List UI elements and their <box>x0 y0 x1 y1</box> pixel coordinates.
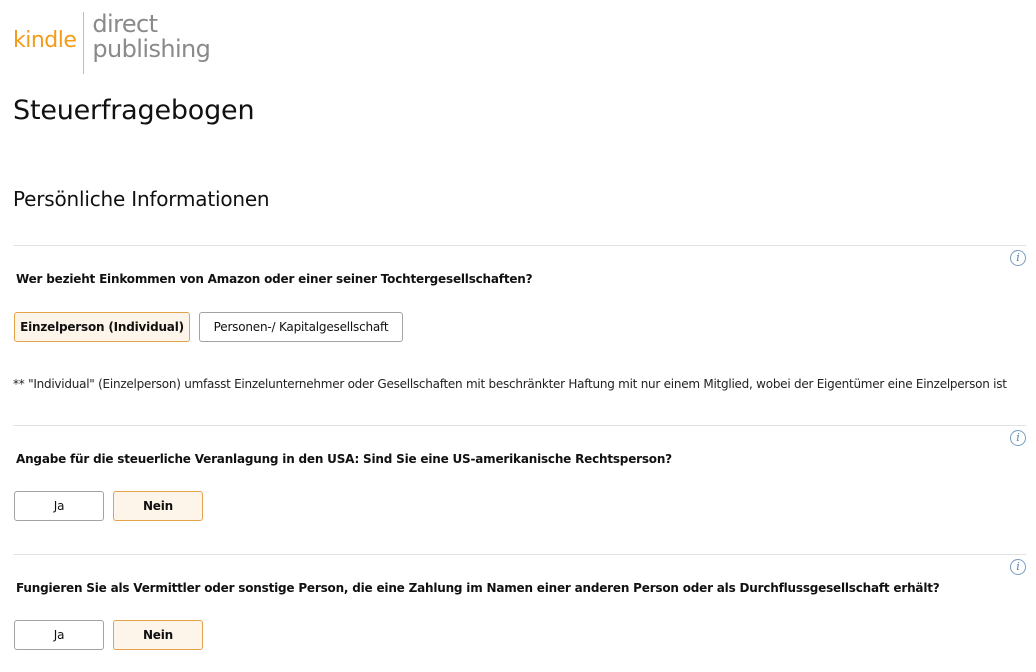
question-intermediary: Fungieren Sie als Vermittler oder sonsti… <box>16 581 940 595</box>
info-icon[interactable]: i <box>1010 250 1026 266</box>
option-company-button[interactable]: Personen-/ Kapitalgesellschaft <box>199 312 403 342</box>
section-divider <box>13 554 1026 555</box>
intermediary-yes-button[interactable]: Ja <box>14 620 104 650</box>
intermediary-no-button[interactable]: Nein <box>113 620 203 650</box>
page-title: Steuerfragebogen <box>13 95 255 126</box>
info-icon[interactable]: i <box>1010 430 1026 446</box>
us-person-yes-button[interactable]: Ja <box>14 491 104 521</box>
logo-divider <box>83 12 85 74</box>
option-individual-button[interactable]: Einzelperson (Individual) <box>14 312 190 342</box>
logo-direct-publishing-text: direct publishing <box>92 12 210 62</box>
section-title: Persönliche Informationen <box>13 187 270 211</box>
individual-note: ** "Individual" (Einzelperson) umfasst E… <box>13 377 1007 391</box>
kdp-logo[interactable]: kindle direct publishing <box>13 12 211 76</box>
logo-kindle-text: kindle <box>13 28 77 53</box>
logo-direct-word: direct <box>92 10 158 38</box>
logo-publishing-word: publishing <box>92 35 211 63</box>
us-person-no-button[interactable]: Nein <box>113 491 203 521</box>
section-divider <box>13 425 1026 426</box>
section-divider <box>13 245 1026 246</box>
question-income-recipient: Wer bezieht Einkommen von Amazon oder ei… <box>16 272 533 286</box>
info-icon[interactable]: i <box>1010 559 1026 575</box>
question-us-person: Angabe für die steuerliche Veranlagung i… <box>16 452 672 466</box>
